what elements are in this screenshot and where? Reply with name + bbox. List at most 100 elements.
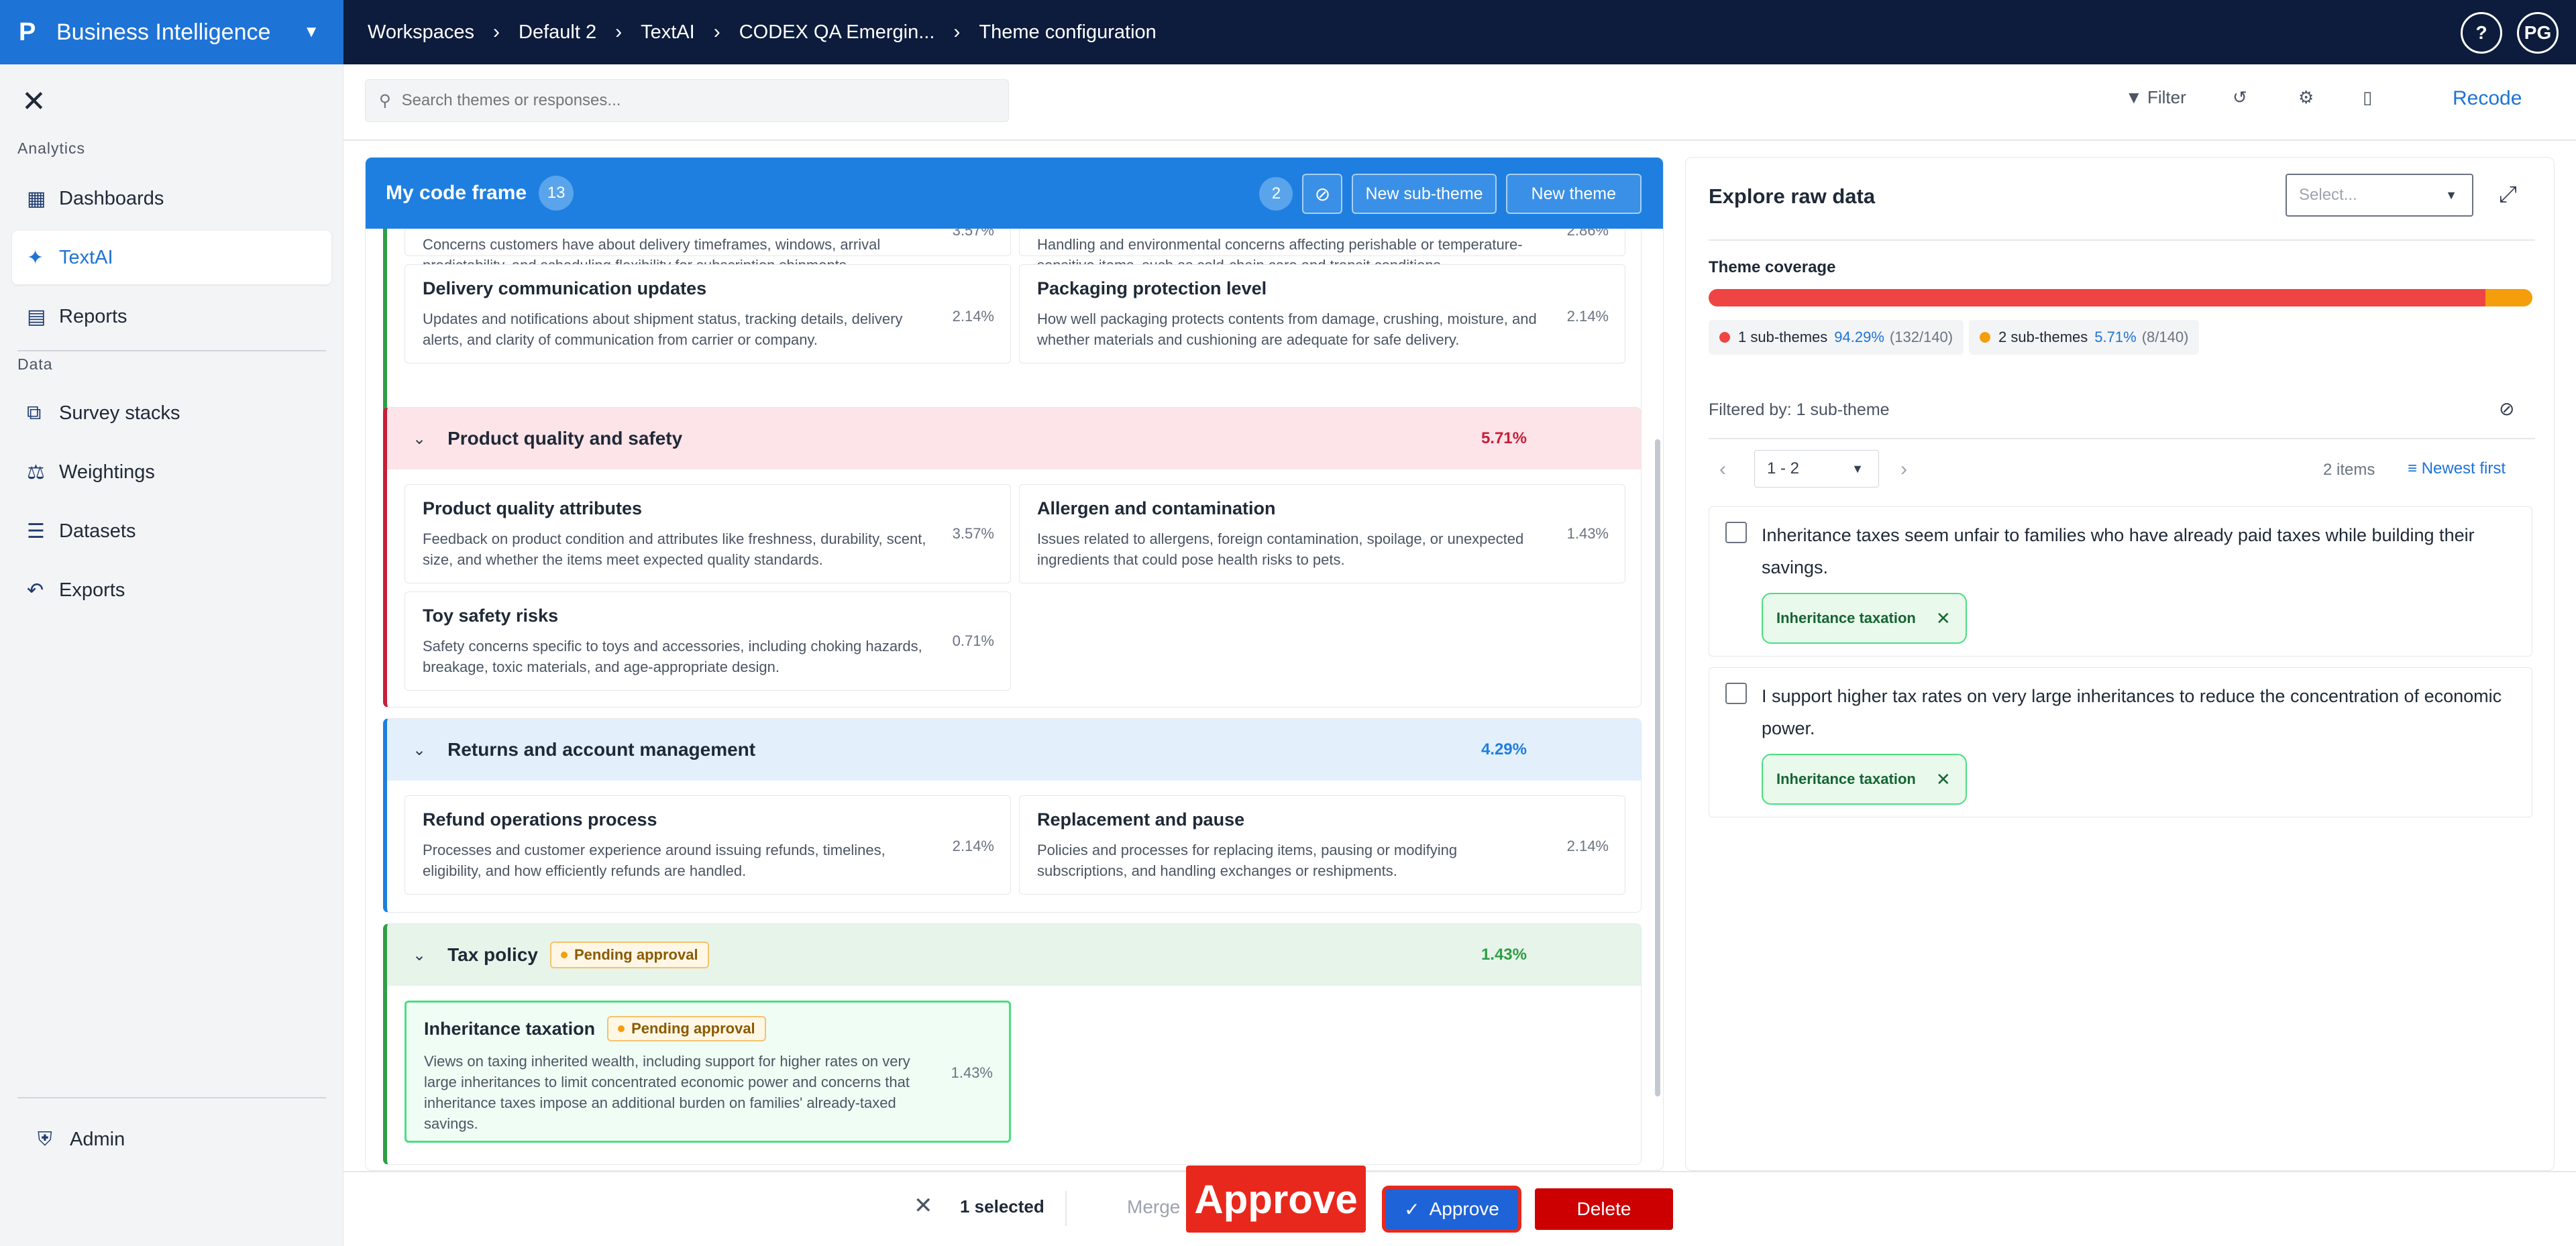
sub-theme-card[interactable]: Delivery communication updates Updates a… [405, 264, 1011, 363]
approve-button[interactable]: ✓ Approve [1382, 1186, 1521, 1233]
sub-theme-card[interactable]: Allergen and contamination Issues relate… [1019, 484, 1625, 583]
remove-tag-icon[interactable]: ✕ [1936, 769, 1951, 790]
delete-button[interactable]: Delete [1535, 1188, 1673, 1230]
chevron-down-icon[interactable]: ⌄ [413, 946, 426, 965]
help-button[interactable]: ? [2461, 12, 2502, 54]
coverage-legend-1[interactable]: 1 sub-themes 94.29% (132/140) [1709, 320, 1964, 355]
response-card: Inheritance taxes seem unfair to familie… [1709, 506, 2532, 657]
legend-dot-icon [1719, 332, 1730, 343]
sub-theme-title: Refund operations process [423, 809, 657, 830]
sidebar-item-survey-stacks[interactable]: ⧉ Survey stacks [12, 386, 331, 440]
sort-icon: ≡ [2408, 459, 2418, 477]
sub-theme-description: Processes and customer experience around… [423, 842, 885, 879]
close-icon[interactable]: ✕ [21, 84, 46, 119]
sub-theme-card[interactable]: Packaging protection level How well pack… [1019, 264, 1625, 363]
chevron-right-icon[interactable]: › [1900, 458, 1907, 481]
user-avatar[interactable]: PG [2517, 12, 2559, 54]
sidebar-item-dashboards[interactable]: ▦ Dashboards [12, 172, 331, 225]
response-checkbox[interactable] [1725, 683, 1747, 704]
sub-theme-title-row: Inheritance taxation Pending approval [424, 1016, 928, 1041]
breadcrumb-project[interactable]: CODEX QA Emergin... [737, 21, 938, 44]
document-export-icon[interactable]: ▯ [2363, 87, 2372, 108]
raw-data-select[interactable]: Select... ▼ [2286, 174, 2473, 217]
history-icon[interactable]: ↺ [2233, 87, 2247, 108]
list-icon: ☰ [27, 520, 45, 543]
approve-label: Approve [1429, 1198, 1499, 1219]
sub-theme-card[interactable]: Product quality attributes Feedback on p… [405, 484, 1011, 583]
clear-filter-button[interactable]: ⊘ [1302, 174, 1343, 214]
sub-theme-card[interactable]: Toy safety risks Safety concerns specifi… [405, 591, 1011, 691]
sub-theme-percent: 2.14% [1566, 308, 1609, 325]
sub-theme-card[interactable]: Refund operations process Processes and … [405, 795, 1011, 895]
clear-filter-icon[interactable]: ⊘ [2499, 398, 2514, 420]
filter-label: Filter [2147, 87, 2186, 107]
export-icon: ↶ [27, 579, 44, 602]
legend-dot-icon [1980, 332, 1990, 343]
new-sub-theme-button[interactable]: New sub-theme [1352, 174, 1497, 214]
filter-icon: ▼ [2125, 87, 2143, 107]
sub-theme-title: Replacement and pause [1037, 809, 1245, 830]
sidebar-item-label: Survey stacks [59, 402, 180, 424]
workspace-switcher[interactable]: P Business Intelligence ▼ [0, 0, 343, 64]
chevron-down-icon[interactable]: ⌄ [413, 740, 426, 760]
sub-theme-title: Product quality attributes [423, 498, 643, 518]
sub-theme-title: Inheritance taxation [424, 1018, 596, 1039]
approve-callout-label: Approve [1186, 1166, 1366, 1233]
sidebar-item-exports[interactable]: ↶ Exports [12, 563, 331, 617]
code-frame-body: Concerns customers have about delivery t… [366, 229, 1663, 1170]
response-card: I support higher tax rates on very large… [1709, 667, 2532, 817]
search-field[interactable]: ⚲ [365, 79, 1009, 122]
merge-button[interactable]: Merge [1127, 1196, 1180, 1218]
sub-theme-description: Issues related to allergens, foreign con… [1037, 530, 1524, 568]
sidebar-item-admin[interactable]: ⛨ Admin [38, 1129, 125, 1151]
filtered-by-label: Filtered by: 1 sub-theme [1709, 400, 1890, 419]
pending-label: Pending approval [631, 1020, 755, 1037]
breadcrumb-textai[interactable]: TextAI [638, 21, 698, 44]
expand-icon[interactable]: ⤢ [2499, 182, 2517, 208]
sidebar-item-label: Weightings [59, 461, 155, 483]
recode-button[interactable]: Recode [2453, 87, 2522, 110]
legend-label: 1 sub-themes [1738, 329, 1828, 345]
sub-theme-card-selected[interactable]: Inheritance taxation Pending approval Vi… [405, 1001, 1011, 1143]
coverage-bar [1709, 289, 2532, 306]
sub-theme-percent: 0.71% [952, 632, 994, 649]
sidebar-item-textai[interactable]: ✦ TextAI [12, 231, 331, 284]
theme-count-badge: 13 [539, 176, 574, 211]
breadcrumb-workspaces[interactable]: Workspaces [365, 21, 477, 44]
theme-header[interactable]: ⌄ Product quality and safety 5.71% [387, 408, 1641, 469]
page-select[interactable]: 1 - 2 ▼ [1754, 450, 1879, 488]
coverage-segment-1 [1709, 289, 2485, 306]
theme-header[interactable]: ⌄ Tax policy Pending approval 1.43% [387, 924, 1641, 986]
sort-button[interactable]: ≡ Newest first [2408, 459, 2506, 478]
new-theme-button[interactable]: New theme [1505, 174, 1642, 214]
sub-theme-card[interactable]: Replacement and pause Policies and proce… [1019, 795, 1625, 895]
section-analytics: Analytics [17, 139, 86, 157]
chevron-left-icon[interactable]: ‹ [1719, 458, 1726, 481]
search-input[interactable] [401, 91, 992, 110]
theme-header[interactable]: ⌄ Returns and account management 4.29% [387, 719, 1641, 781]
settings-gear-icon[interactable]: ⚙ [2298, 87, 2314, 108]
breadcrumb-default[interactable]: Default 2 [516, 21, 599, 44]
sub-theme-percent: 2.14% [1566, 838, 1609, 854]
sidebar-item-label: Datasets [59, 520, 136, 542]
sidebar-item-reports[interactable]: ▤ Reports [12, 290, 331, 343]
coverage-legend-2[interactable]: 2 sub-themes 5.71% (8/140) [1969, 320, 2200, 355]
chevron-down-icon: ▼ [2445, 188, 2457, 202]
clear-selection-icon[interactable]: ✕ [914, 1192, 933, 1219]
sidebar-item-datasets[interactable]: ☰ Datasets [12, 504, 331, 558]
response-checkbox[interactable] [1725, 522, 1747, 543]
filter-off-icon: ⊘ [1314, 183, 1331, 205]
filter-button[interactable]: ▼ Filter [2125, 87, 2186, 108]
remove-tag-icon[interactable]: ✕ [1936, 608, 1951, 629]
top-bar: P Business Intelligence ▼ Workspaces › D… [0, 0, 2576, 64]
sidebar-item-weightings[interactable]: ⚖ Weightings [12, 445, 331, 499]
chevron-down-icon[interactable]: ⌄ [413, 429, 426, 449]
sub-theme-percent: 2.14% [952, 838, 994, 854]
scrollbar[interactable] [1655, 439, 1660, 1096]
sub-theme-card[interactable]: Handling and environmental concerns affe… [1019, 229, 1625, 274]
legend-label: 2 sub-themes [1998, 329, 2088, 345]
pending-approval-badge: Pending approval [607, 1016, 766, 1041]
sub-theme-card[interactable]: Concerns customers have about delivery t… [405, 229, 1011, 274]
breadcrumb: Workspaces › Default 2 › TextAI › CODEX … [343, 21, 1159, 44]
sidebar-item-label: Dashboards [59, 187, 164, 209]
